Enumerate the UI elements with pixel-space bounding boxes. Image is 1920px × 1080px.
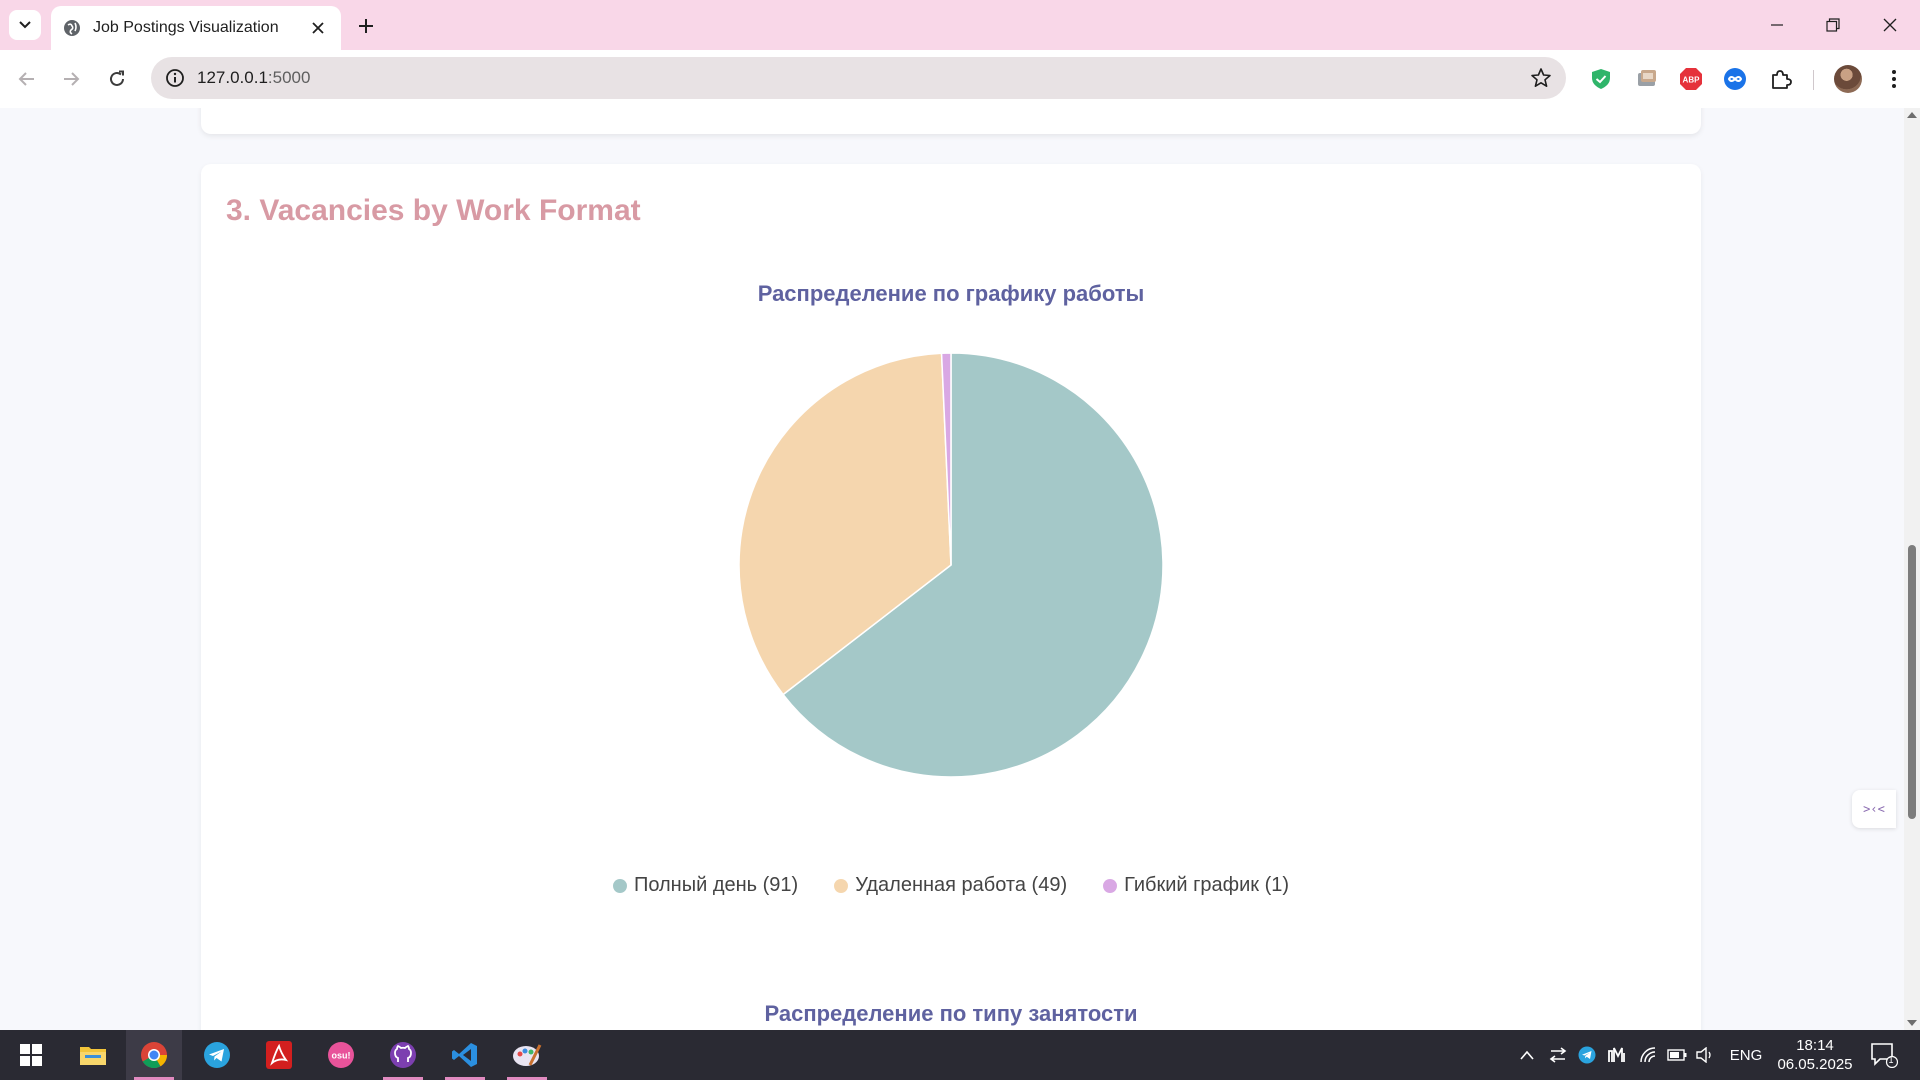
tray-telegram-icon[interactable] — [1575, 1030, 1599, 1080]
chart-legend: Полный день (91) Удаленная работа (49) Гиб… — [201, 874, 1701, 897]
address-bar[interactable]: 127.0.0.1:5000 — [151, 57, 1566, 99]
browser-toolbar: 127.0.0.1:5000 ABP — [0, 50, 1920, 108]
forward-button[interactable] — [55, 63, 87, 95]
legend-swatch — [1103, 878, 1118, 893]
legend-label: Полный день (91) — [633, 874, 799, 896]
svg-text:ABP: ABP — [1683, 76, 1701, 85]
work-format-section-card: 3. Vacancies by Work Format Распределени… — [201, 164, 1701, 1030]
minimize-icon — [1771, 24, 1783, 26]
tab-search-button[interactable] — [9, 10, 41, 40]
next-chart-title: Распределение по типу занятости — [764, 1001, 1138, 1026]
browser-tab-strip: Job Postings Visualization — [0, 0, 1920, 50]
new-tab-button[interactable] — [352, 12, 380, 40]
shield-extension-icon[interactable] — [1588, 66, 1614, 92]
url-text[interactable]: 127.0.0.1:5000 — [197, 68, 310, 88]
language-indicator[interactable]: ENG — [1727, 1030, 1765, 1080]
volume-icon[interactable] — [1692, 1030, 1718, 1080]
acrobat-icon — [266, 1041, 292, 1069]
tray-app-icon[interactable] — [1604, 1030, 1630, 1080]
paint-icon — [513, 1044, 542, 1066]
site-info-icon[interactable] — [165, 68, 185, 88]
taskbar-vscode[interactable] — [437, 1030, 493, 1080]
chart-title: Распределение по графику работы — [757, 281, 1145, 306]
scroll-down-arrow[interactable] — [1907, 1020, 1917, 1026]
taskbar-github-desktop[interactable] — [375, 1030, 431, 1080]
previous-section-card — [201, 108, 1701, 134]
folder-icon — [80, 1047, 106, 1065]
taskbar-telegram[interactable] — [189, 1030, 245, 1080]
profile-avatar[interactable] — [1834, 65, 1862, 93]
clock-time: 18:14 — [1796, 1037, 1834, 1054]
windows-taskbar: osu! ENG 18:14 06.05.2025 1 — [0, 1030, 1920, 1080]
vscode-icon — [452, 1043, 477, 1067]
scroll-up-arrow[interactable] — [1907, 112, 1917, 118]
legend-swatch — [834, 878, 849, 893]
page-viewport: 3. Vacancies by Work Format Распределени… — [0, 108, 1904, 1030]
browser-tab-active[interactable]: Job Postings Visualization — [51, 6, 341, 50]
infinity-extension-icon[interactable] — [1722, 66, 1748, 92]
chrome-icon — [141, 1042, 168, 1069]
arrow-right-icon — [64, 72, 80, 86]
close-window-button[interactable] — [1872, 10, 1908, 40]
more-vert-icon — [1892, 70, 1896, 88]
screenshot-extension-icon[interactable] — [1634, 66, 1660, 92]
toolbar-divider — [1813, 70, 1814, 90]
side-panel-toggle[interactable]: >‹< — [1852, 790, 1896, 828]
github-icon — [390, 1042, 416, 1068]
clock-date: 06.05.2025 — [1777, 1056, 1853, 1073]
windows-logo-icon — [20, 1044, 42, 1066]
legend-label: Удаленная работа (49) — [855, 874, 1068, 896]
page-scrollbar[interactable] — [1904, 108, 1920, 1030]
reload-icon — [110, 70, 124, 86]
arrow-left-icon — [18, 72, 34, 86]
chevron-down-icon — [19, 21, 31, 29]
svg-text:osu!: osu! — [332, 1051, 351, 1061]
wifi-icon[interactable] — [1636, 1030, 1660, 1080]
work-schedule-pie-chart[interactable] — [736, 350, 1166, 780]
tray-sync-icon[interactable] — [1545, 1030, 1571, 1080]
taskbar-acrobat[interactable] — [251, 1030, 307, 1080]
tab-title: Job Postings Visualization — [93, 19, 279, 36]
start-button[interactable] — [3, 1030, 59, 1080]
back-button[interactable] — [11, 63, 43, 95]
battery-icon[interactable] — [1664, 1030, 1690, 1080]
taskbar-osu[interactable]: osu! — [313, 1030, 369, 1080]
taskbar-paint[interactable] — [499, 1030, 555, 1080]
puzzle-extensions-icon[interactable] — [1768, 66, 1794, 92]
reload-button[interactable] — [101, 63, 133, 95]
legend-label: Гибкий график (1) — [1124, 874, 1290, 896]
browser-menu-button[interactable] — [1880, 65, 1908, 93]
plus-icon — [359, 19, 373, 33]
language-label: ENG — [1729, 1046, 1763, 1064]
telegram-icon — [204, 1042, 230, 1068]
taskbar-clock[interactable]: 18:14 06.05.2025 — [1770, 1036, 1860, 1074]
legend-item[interactable]: Полный день (91) — [612, 874, 799, 897]
taskbar-chrome[interactable] — [126, 1030, 182, 1080]
scroll-thumb[interactable] — [1908, 545, 1916, 819]
restore-icon — [1826, 18, 1840, 32]
adblock-plus-icon[interactable]: ABP — [1678, 66, 1704, 92]
close-icon — [1883, 18, 1897, 32]
legend-item[interactable]: Гибкий график (1) — [1103, 874, 1289, 897]
notification-count: 1 — [1888, 1055, 1894, 1065]
tab-close-icon[interactable] — [309, 19, 327, 37]
section-title: 3. Vacancies by Work Format — [226, 194, 641, 227]
osu-icon: osu! — [328, 1042, 354, 1068]
restore-button[interactable] — [1815, 10, 1851, 40]
chevron-up-icon — [1520, 1050, 1534, 1060]
legend-item[interactable]: Удаленная работа (49) — [834, 874, 1067, 897]
taskbar-file-explorer[interactable] — [65, 1030, 121, 1080]
side-panel-toggle-glyph: >‹< — [1863, 802, 1885, 816]
notification-center-button[interactable]: 1 — [1866, 1030, 1902, 1080]
bookmark-star-icon[interactable] — [1530, 67, 1552, 89]
globe-icon — [64, 20, 80, 36]
show-hidden-icons[interactable] — [1516, 1030, 1538, 1080]
minimize-button[interactable] — [1759, 10, 1795, 40]
legend-swatch — [612, 878, 627, 893]
